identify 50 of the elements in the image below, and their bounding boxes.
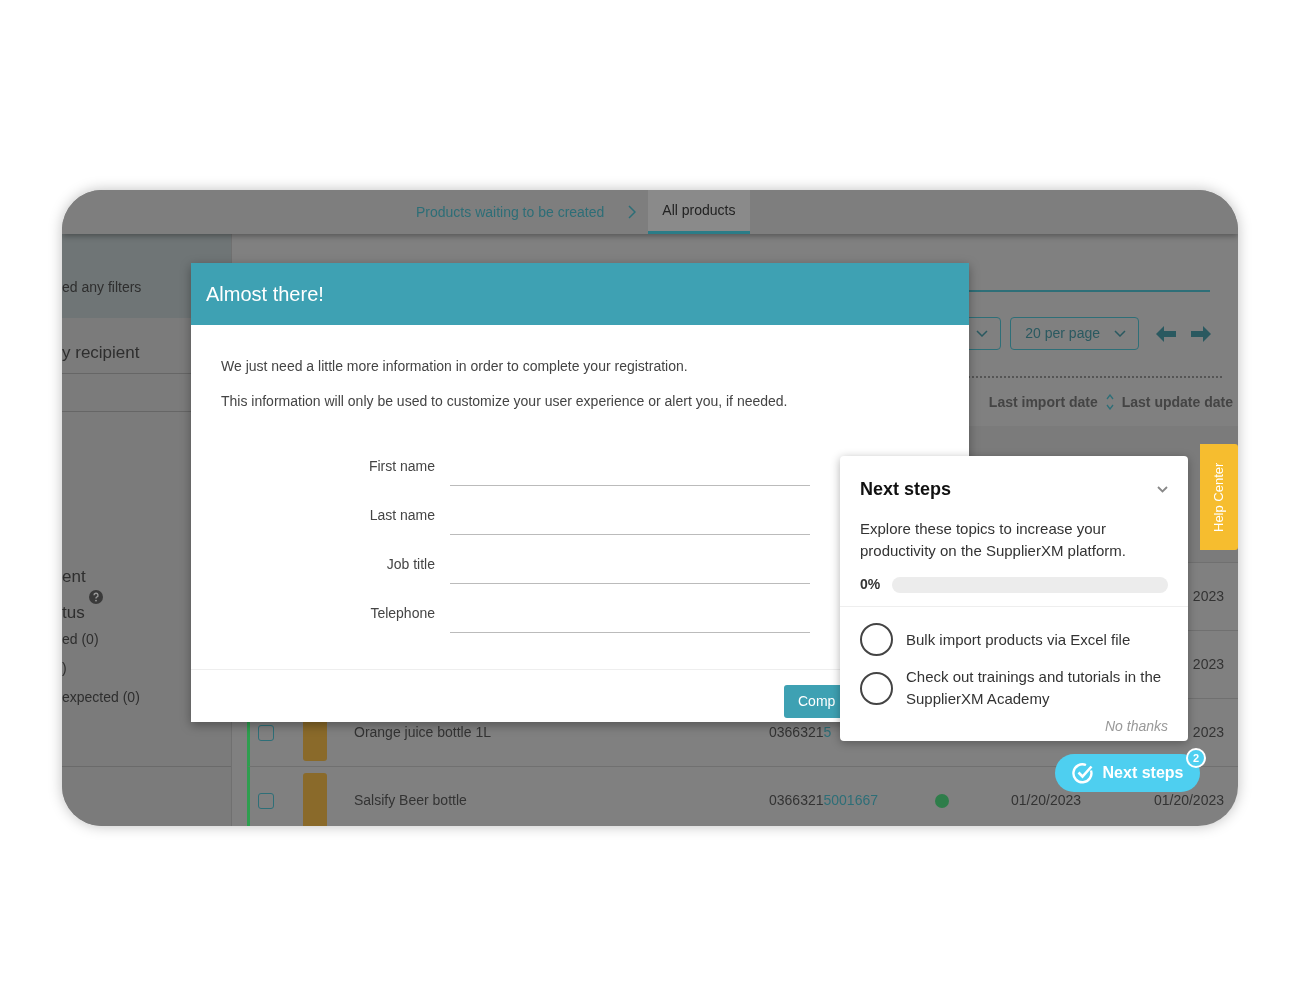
chevron-down-icon — [1157, 486, 1168, 493]
row-checkbox[interactable] — [258, 792, 274, 809]
date: 01/20/2023 — [1153, 792, 1224, 808]
product-photo-placeholder — [303, 772, 327, 826]
arrow-left-icon — [1156, 325, 1176, 342]
filter-note: ed any filters — [62, 279, 142, 295]
notification-badge: 2 — [1186, 748, 1206, 768]
date: 2023 — [1192, 656, 1224, 672]
task-checkbox[interactable] — [860, 671, 893, 705]
dismiss-link[interactable]: No thanks — [1104, 716, 1168, 737]
filter-label: y recipient — [62, 343, 140, 362]
date: 2023 — [1192, 588, 1224, 604]
product-name: Orange juice bottle 1L — [354, 723, 492, 742]
section-title: tus — [62, 602, 85, 624]
chevron-down-icon — [976, 330, 988, 337]
help-icon — [88, 590, 103, 604]
panel-title: Next steps — [860, 478, 952, 501]
date: 2023 — [1192, 724, 1224, 740]
chevron-right-icon — [628, 205, 637, 219]
field-label: Job title — [385, 554, 436, 574]
panel-description: Explore these topics to increase your productivity on the SupplierXM platform. — [860, 519, 1127, 561]
chevron-down-icon — [1114, 330, 1126, 337]
column-header[interactable]: Last update date — [1121, 391, 1233, 413]
dialog-title: Almost there! — [191, 263, 969, 325]
filter-option[interactable]: ed (0) — [62, 625, 99, 654]
progress-percent: 0% — [860, 575, 881, 594]
dialog-text: We just need a little more information in order to complete your registration. — [221, 357, 689, 376]
section-title: ent — [62, 566, 86, 588]
filter-option[interactable]: ) — [62, 654, 67, 683]
dialog-text: This information will only be used to customize your user experience or alert you, if needed. — [221, 392, 789, 411]
submit-button[interactable]: Comp — [784, 685, 840, 718]
sort-icon — [1105, 394, 1114, 410]
per-page-dropdown[interactable]: 20 per page — [1010, 317, 1139, 350]
field-label: First name — [367, 456, 436, 476]
field-label: Last name — [368, 505, 436, 525]
field-label: Telephone — [369, 603, 436, 623]
task-checkbox[interactable] — [860, 623, 893, 656]
arrow-right-icon — [1191, 325, 1211, 342]
breadcrumb-tab[interactable]: All products — [648, 190, 750, 234]
date: 01/20/2023 — [1011, 792, 1082, 808]
task-label: Bulk import products via Excel file — [906, 629, 1131, 650]
barcode: 03663215 — [769, 724, 832, 740]
filter-option[interactable]: expected (0) — [62, 683, 140, 712]
help-center-tab[interactable]: Help Center — [1200, 444, 1238, 550]
barcode: 03663215001667 — [769, 792, 879, 808]
product-name: Salsify Beer bottle — [354, 791, 468, 810]
column-header[interactable]: Last import date — [988, 391, 1098, 413]
task-label: Check out trainings and tutorials in the SupplierXM Academy — [906, 667, 1163, 709]
check-circle-icon — [1071, 762, 1094, 784]
row-checkbox[interactable] — [258, 724, 274, 741]
